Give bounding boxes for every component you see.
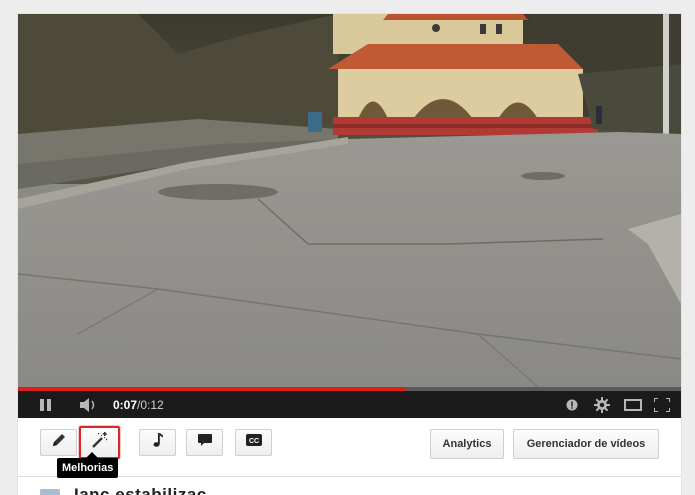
edit-button[interactable] bbox=[40, 429, 77, 456]
svg-text:CC: CC bbox=[248, 438, 258, 445]
time-display: 0:07 / 0:12 bbox=[113, 391, 164, 418]
fullscreen-icon[interactable] bbox=[653, 391, 671, 418]
analytics-button[interactable]: Analytics bbox=[430, 429, 504, 459]
video-editor-card: 0:07 / 0:12 CC Analytics Gerenciador de … bbox=[18, 14, 681, 495]
video-manager-button[interactable]: Gerenciador de vídeos bbox=[513, 429, 659, 459]
pause-icon[interactable] bbox=[38, 391, 52, 418]
section-title: Ianc estabilizaç... bbox=[74, 485, 223, 495]
annotations-button[interactable] bbox=[186, 429, 223, 456]
checkbox-icon[interactable] bbox=[40, 489, 60, 495]
time-current: 0:07 bbox=[113, 397, 138, 412]
audio-button[interactable] bbox=[139, 429, 176, 456]
captions-button[interactable]: CC bbox=[235, 429, 272, 456]
cc-icon: CC bbox=[245, 433, 263, 452]
annotations-icon[interactable] bbox=[565, 391, 579, 418]
volume-icon[interactable] bbox=[78, 391, 100, 418]
player-controls: 0:07 / 0:12 bbox=[18, 391, 681, 418]
speech-bubble-icon bbox=[197, 433, 213, 452]
enhancements-tooltip: Melhorias bbox=[57, 458, 119, 478]
time-total: 0:12 bbox=[140, 397, 164, 412]
video-scene-image bbox=[18, 14, 681, 387]
pencil-icon bbox=[51, 432, 67, 453]
video-frame[interactable] bbox=[18, 14, 681, 387]
video-info-section: Ianc estabilizaç... bbox=[18, 477, 681, 495]
player-size-icon[interactable] bbox=[623, 391, 643, 418]
music-note-icon bbox=[151, 432, 165, 453]
gear-icon[interactable] bbox=[593, 391, 611, 418]
magic-wand-icon bbox=[91, 431, 109, 454]
